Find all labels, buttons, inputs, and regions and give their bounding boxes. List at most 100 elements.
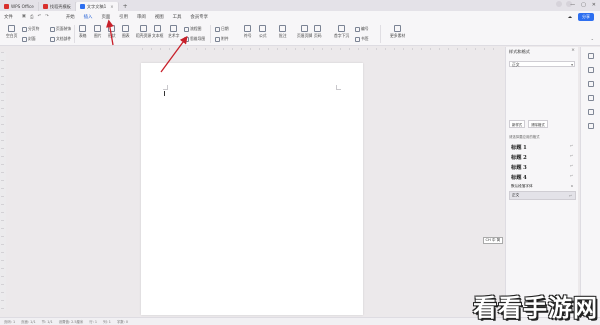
menu-member[interactable]: 会员专享 [190, 14, 208, 20]
separator [380, 25, 381, 43]
horizontal-ruler[interactable] [142, 47, 502, 51]
new-style-button[interactable]: 新样式 [509, 120, 526, 128]
style-label: 标题 2 [511, 154, 527, 161]
save-icon[interactable]: ▣ [22, 14, 26, 20]
flowchart-button[interactable]: 流程图 [184, 26, 201, 32]
label: 文本框 [152, 33, 164, 38]
status-wordcount[interactable]: 字数: 0 [117, 319, 128, 324]
file-menu[interactable]: 文件 [4, 14, 13, 20]
undo-icon[interactable]: ↶ [37, 14, 41, 20]
new-tab-button[interactable]: + [119, 2, 132, 11]
menu-review[interactable]: 审阅 [137, 14, 146, 20]
close-panel-icon[interactable]: × [571, 48, 575, 53]
close-window-icon[interactable]: ✕ [592, 2, 596, 8]
ruler-ticks [142, 48, 502, 50]
minimize-icon[interactable]: — [570, 2, 575, 8]
menu-insert[interactable]: 插入 [83, 14, 92, 23]
attachment-button[interactable]: 附件 [215, 36, 229, 42]
doc-parts-button[interactable]: 文档部件 [50, 36, 71, 42]
decoration-icon [50, 26, 55, 32]
status-page[interactable]: 页码: 1 [4, 319, 15, 324]
header-footer-button[interactable]: 页眉页脚 [297, 25, 312, 39]
styles-icon[interactable] [588, 53, 594, 59]
shape-icon [108, 25, 116, 32]
label: 图片 [94, 33, 102, 38]
tab-document[interactable]: 文字文稿1 × [75, 2, 119, 11]
ribbon-insert: 空白页 分页符 封面 页面装饰 文档部件 表格 图片 形状 图表 稻壳资源 文本… [0, 22, 600, 46]
vertical-ruler[interactable] [0, 52, 6, 310]
style-default-font[interactable]: 默认段落字体 a [509, 182, 576, 191]
formula-button[interactable]: 公式 [259, 25, 267, 39]
label: 更多素材 [390, 33, 406, 38]
date-button[interactable]: 日期 [215, 26, 229, 32]
label: 符号 [244, 33, 252, 38]
comment-icon [279, 25, 287, 32]
paragraph-mark: ↵ [570, 174, 573, 178]
picture-button[interactable]: 图片 [94, 25, 102, 39]
text-cursor [164, 91, 165, 96]
label: 批注 [279, 33, 287, 38]
shape-button[interactable]: 形状 [108, 25, 116, 39]
cover-icon [22, 36, 27, 42]
table-icon [79, 25, 87, 32]
tab-wps-office[interactable]: WPS Office [0, 2, 39, 11]
tab-templates[interactable]: 找稻壳模板 [39, 2, 76, 11]
style-heading-4[interactable]: 标题 4 ↵ [509, 172, 576, 182]
select-icon[interactable] [588, 67, 594, 73]
comment-button[interactable]: 批注 [279, 25, 287, 39]
flowchart-icon [184, 26, 189, 32]
menu-references[interactable]: 引用 [119, 14, 128, 20]
properties-icon[interactable] [588, 81, 594, 87]
redo-icon[interactable]: ↷ [45, 14, 49, 20]
cloud-icon[interactable]: ☁ [568, 15, 572, 20]
bookmark-button[interactable]: 书签 [355, 36, 369, 42]
tab-label: WPS Office [11, 4, 34, 9]
label: 形状 [108, 33, 116, 38]
more-materials-button[interactable]: 更多素材 [390, 25, 405, 39]
dropcap-button[interactable]: 首字下沉 [334, 25, 349, 39]
layout-icon[interactable] [556, 1, 562, 7]
style-heading-1[interactable]: 标题 1 ↵ [509, 142, 576, 152]
menu-page[interactable]: 页面 [101, 14, 110, 20]
symbol-button[interactable]: 符号 [244, 25, 252, 39]
input-method-indicator[interactable]: CH 中 简 [483, 237, 503, 244]
cover-button[interactable]: 封面 [22, 36, 36, 42]
style-heading-3[interactable]: 标题 3 ↵ [509, 162, 576, 172]
current-style-select[interactable]: 正文 [509, 61, 575, 67]
share-button[interactable]: 分享 [578, 13, 594, 21]
panel-title: 样式和格式 [509, 49, 530, 54]
mindmap-button[interactable]: 思维导图 [184, 36, 205, 42]
wordart-button[interactable]: 艺术字 [168, 25, 179, 39]
page-number-button[interactable]: 页码 [314, 25, 322, 39]
page-break-button[interactable]: 分页符 [22, 26, 39, 32]
label: 表格 [79, 33, 87, 38]
navigation-icon[interactable] [588, 95, 594, 101]
template-icon [42, 4, 48, 9]
menu-home[interactable]: 开始 [66, 14, 75, 20]
table-button[interactable]: 表格 [79, 25, 87, 39]
style-label: 标题 3 [511, 164, 527, 171]
numbering-button[interactable]: 编号 [355, 26, 369, 32]
clear-format-button[interactable]: 清除格式 [528, 120, 548, 128]
style-label: 默认段落字体 [511, 184, 533, 188]
backup-icon[interactable] [588, 123, 594, 129]
label: 编号 [361, 26, 369, 31]
decoration-button[interactable]: 页面装饰 [50, 26, 71, 32]
style-body[interactable]: 正文 ↵ [509, 191, 576, 200]
menu-view[interactable]: 视图 [155, 14, 164, 20]
document-page[interactable] [141, 63, 363, 315]
tools-icon[interactable] [588, 109, 594, 115]
header-footer-icon [301, 25, 309, 32]
menu-tools[interactable]: 工具 [173, 14, 182, 20]
chart-button[interactable]: 图表 [122, 25, 130, 39]
paragraph-mark: ↵ [570, 164, 573, 168]
resources-button[interactable]: 稻壳资源 [136, 25, 151, 39]
collapse-ribbon-icon[interactable]: ⌃ [591, 38, 594, 43]
page-icon [8, 25, 16, 32]
print-icon[interactable]: ⎙ [30, 14, 34, 20]
textbox-button[interactable]: 文本框 [152, 25, 163, 39]
blank-page-button[interactable]: 空白页 [6, 25, 17, 39]
close-tab-icon[interactable]: × [110, 4, 113, 9]
maximize-icon[interactable]: ▢ [581, 2, 586, 8]
style-heading-2[interactable]: 标题 2 ↵ [509, 152, 576, 162]
